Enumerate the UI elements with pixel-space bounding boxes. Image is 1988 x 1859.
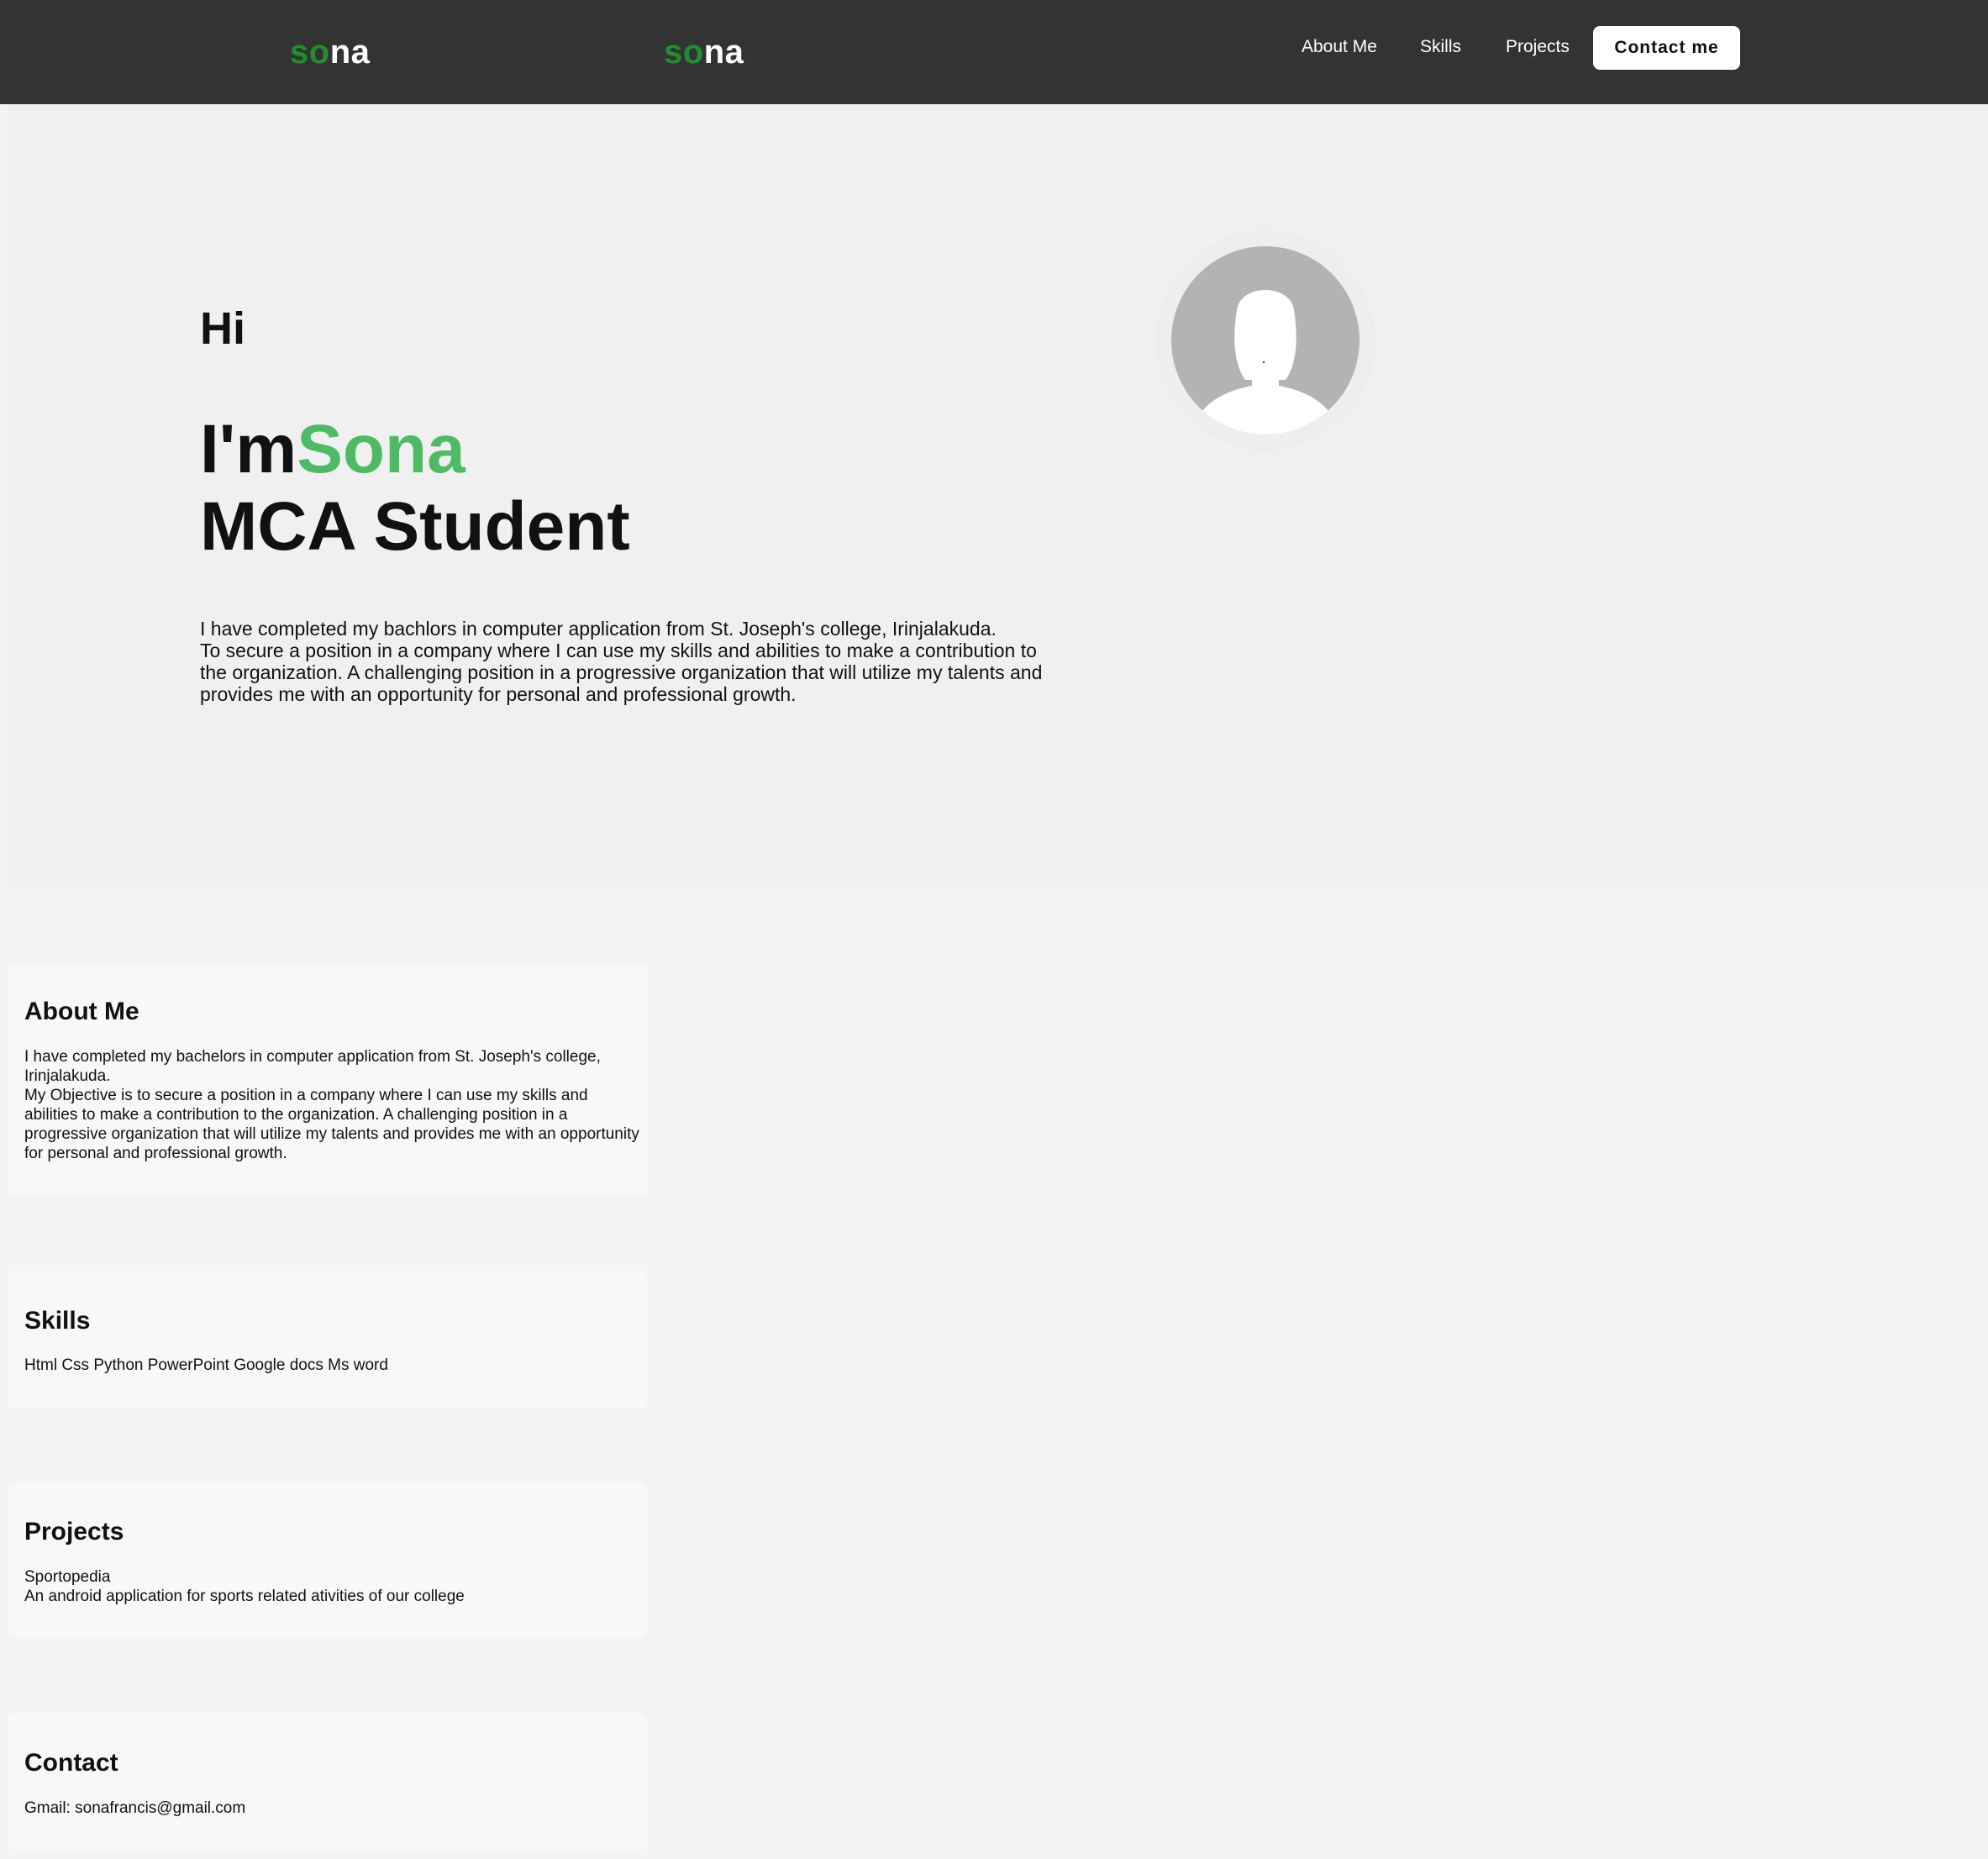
site-logo-secondary[interactable]: sona <box>664 34 744 71</box>
profile-avatar <box>1158 233 1373 448</box>
project-description: An android application for sports relate… <box>24 1588 465 1605</box>
projects-section: Projects Sportopedia An android applicati… <box>8 1482 647 1638</box>
projects-text: Sportopedia An android application for sp… <box>24 1567 642 1606</box>
about-me-heading: About Me <box>24 998 139 1025</box>
logo-rest: na <box>329 34 371 71</box>
about-me-line1: I have completed my bachelors in compute… <box>24 1048 601 1085</box>
nav-link-projects[interactable]: Projects <box>1506 37 1570 57</box>
site-logo[interactable]: sona <box>290 34 370 71</box>
project-name: Sportopedia <box>24 1568 111 1586</box>
nav-link-about-me[interactable]: About Me <box>1302 37 1377 57</box>
hero-paragraph-line2: To secure a position in a company where … <box>200 640 1043 705</box>
skills-text: Html Css Python PowerPoint Google docs M… <box>24 1356 388 1374</box>
hero-intro: I'mSona <box>200 415 465 484</box>
about-me-text: I have completed my bachelors in compute… <box>24 1047 642 1163</box>
logo-accent: so <box>290 34 330 71</box>
nav-link-skills[interactable]: Skills <box>1420 37 1461 57</box>
top-navbar: sona sona About Me Skills Projects Conta… <box>0 0 1988 104</box>
skills-section: Skills Html Css Python PowerPoint Google… <box>8 1271 647 1408</box>
hero-intro-prefix: I'm <box>200 411 297 487</box>
hero-paragraph-line1: I have completed my bachlors in computer… <box>200 618 997 640</box>
contact-heading: Contact <box>24 1749 118 1777</box>
female-user-placeholder-icon <box>1171 246 1360 434</box>
contact-me-button[interactable]: Contact me <box>1593 26 1740 70</box>
skills-heading: Skills <box>24 1307 91 1335</box>
hero-role: MCA Student <box>200 488 630 565</box>
hero-greeting: Hi <box>200 303 245 354</box>
contact-section: Contact Gmail: sonafrancis@gmail.com <box>8 1713 647 1851</box>
about-me-line2: My Objective is to secure a position in … <box>24 1087 639 1162</box>
about-me-section: About Me I have completed my bachelors i… <box>8 963 647 1196</box>
contact-email: Gmail: sonafrancis@gmail.com <box>24 1799 246 1817</box>
logo-rest: na <box>703 34 744 71</box>
hero-paragraph: I have completed my bachlors in computer… <box>200 618 1049 705</box>
logo-accent: so <box>664 34 704 71</box>
hero-name-highlight: Sona <box>297 411 465 487</box>
hero-section: Hi I'mSona MCA Student I have completed … <box>8 104 1988 887</box>
projects-heading: Projects <box>24 1518 124 1546</box>
